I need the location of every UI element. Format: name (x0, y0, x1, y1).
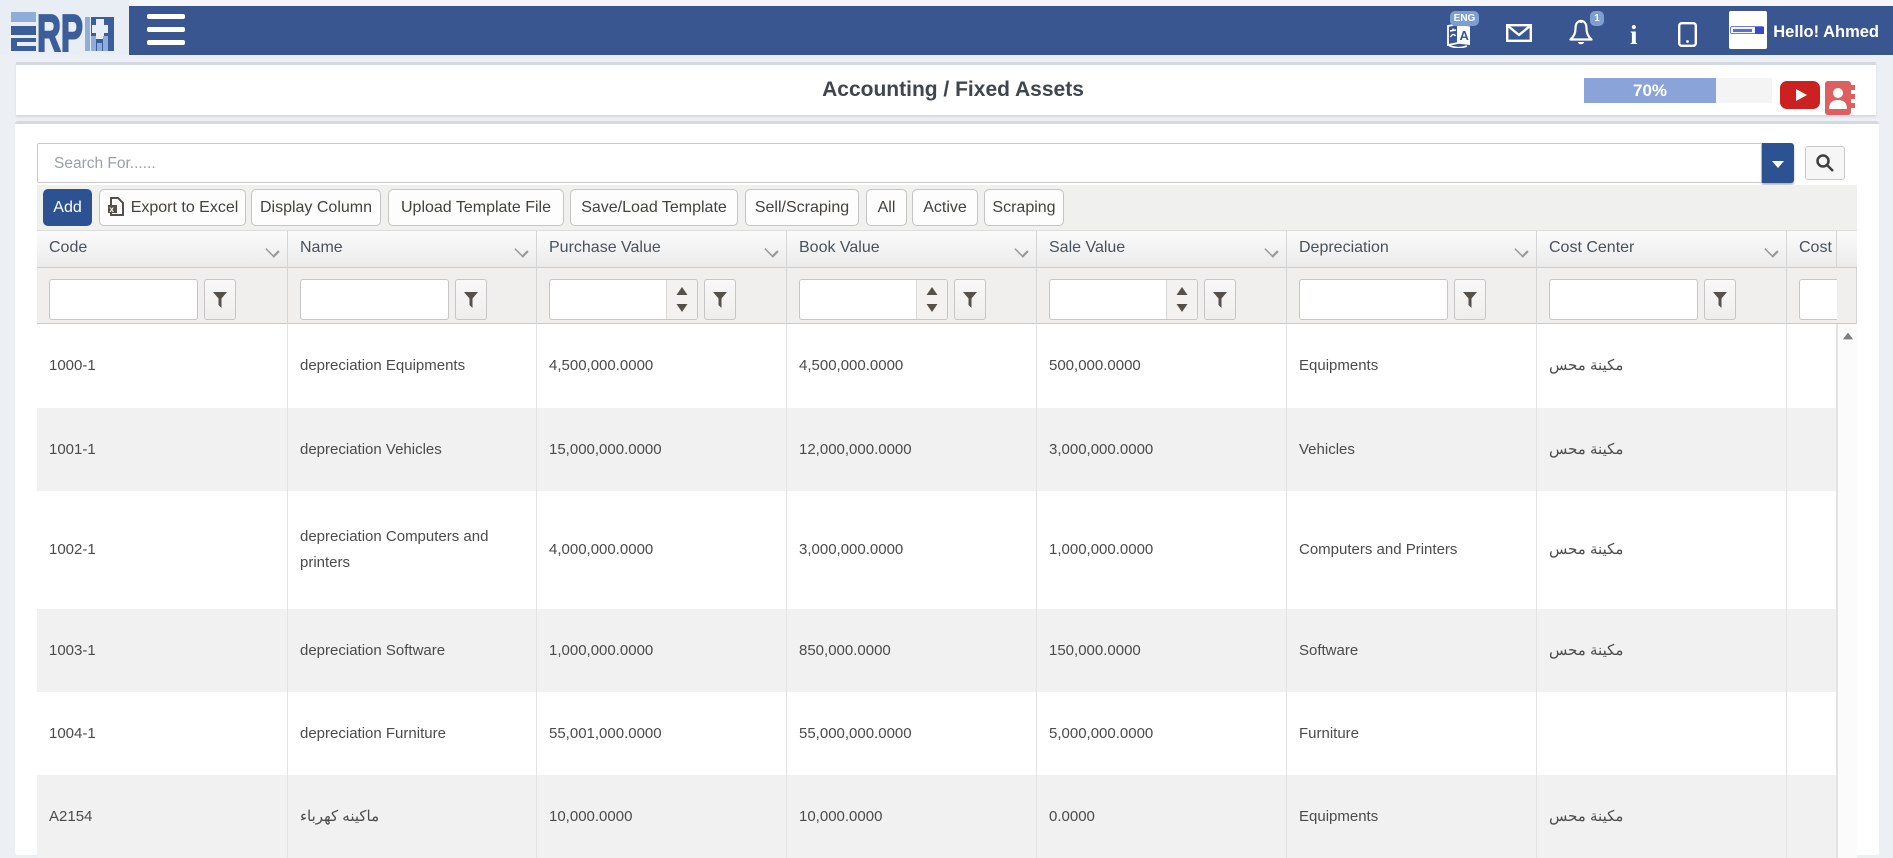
svg-text:A: A (1460, 28, 1470, 43)
svg-text:x: x (109, 205, 114, 214)
svg-text:RP: RP (37, 5, 83, 55)
